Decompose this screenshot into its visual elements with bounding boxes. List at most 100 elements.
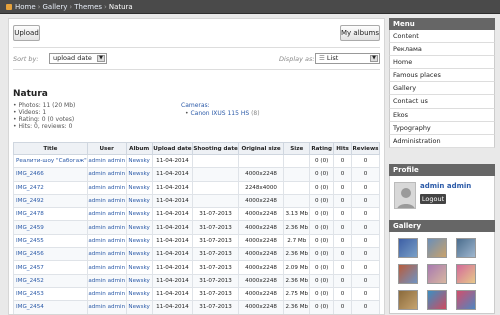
col-upload-date-header[interactable]: Upload date (151, 142, 194, 155)
cell-album[interactable]: Newsky (125, 233, 153, 249)
my-albums-button[interactable]: My albums (340, 25, 380, 41)
cell-user[interactable]: admin admin (86, 207, 127, 222)
cell-album[interactable]: Newsky (125, 247, 153, 262)
cell-user[interactable]: admin admin (86, 167, 127, 182)
cell-album[interactable]: Newsky (125, 286, 153, 302)
sidebar-item-administration[interactable]: Administration (389, 134, 495, 148)
cell-album[interactable]: Newsky (125, 220, 153, 235)
cell-rating: 0 (0) (309, 153, 335, 169)
cell-original-size: 4000x2248 (237, 286, 285, 302)
gallery-thumbnail[interactable] (427, 290, 447, 310)
breadcrumb-themes[interactable]: Themes (74, 3, 102, 11)
sidebar-item-home[interactable]: Home (389, 56, 495, 70)
cell-user[interactable]: admin admin (86, 260, 127, 275)
cell-title[interactable]: IMG_2453 (13, 286, 88, 302)
profile-body: admin admin Logout (389, 176, 495, 226)
cell-album[interactable]: Newsky (125, 273, 153, 288)
sidebar-item-gallery[interactable]: Gallery (389, 82, 495, 96)
cell-hits: 0 (333, 286, 352, 302)
cell-album[interactable]: Newsky (125, 153, 153, 169)
cell-upload-date: 11-04-2014 (151, 220, 194, 235)
col-title-header[interactable]: Title (13, 142, 88, 155)
cell-title[interactable]: IMG_2455 (13, 233, 88, 249)
display-label: Display as: (279, 55, 315, 63)
cell-title[interactable]: IMG_2472 (13, 180, 88, 195)
cell-original-size: 4000x2248 (237, 207, 285, 222)
gallery-thumbnail[interactable] (456, 264, 476, 284)
breadcrumb-gallery[interactable]: Gallery (42, 3, 67, 11)
col-reviews-header[interactable]: Reviews (350, 142, 381, 155)
cell-title[interactable]: Реалити-шоу "Сабогаж" (13, 153, 88, 169)
sidebar-item-ekos[interactable]: Ekos (389, 108, 495, 122)
cell-shooting-date (192, 180, 239, 195)
table-row: IMG_2459 admin admin Newsky 11-04-2014 31-07… (13, 220, 381, 235)
cell-original-size: 4000x2248 (237, 300, 285, 314)
stat-photos: Photos: 11 (20 Mb) (13, 102, 75, 109)
gallery-thumbnail[interactable] (456, 238, 476, 258)
logout-button[interactable]: Logout (420, 194, 446, 204)
cell-title[interactable]: IMG_2466 (13, 167, 88, 182)
cell-user[interactable]: admin admin (86, 220, 127, 235)
breadcrumb-home[interactable]: Home (15, 3, 36, 11)
display-select[interactable]: ☰ List ▼ (315, 53, 380, 64)
cell-upload-date: 11-04-2014 (151, 167, 194, 182)
cell-original-size: 4000x2248 (237, 193, 285, 209)
upload-button[interactable]: Upload (13, 25, 40, 41)
cell-reviews: 0 (350, 207, 381, 222)
cell-album[interactable]: Newsky (125, 180, 153, 195)
cell-album[interactable]: Newsky (125, 167, 153, 182)
gallery-thumbnail[interactable] (427, 264, 447, 284)
stat-videos: Videos: 1 (13, 109, 75, 116)
cell-user[interactable]: admin admin (86, 300, 127, 314)
cell-album[interactable]: Newsky (125, 300, 153, 314)
cell-user[interactable]: admin admin (86, 233, 127, 249)
gallery-box: Gallery (389, 220, 495, 314)
cell-user[interactable]: admin admin (86, 247, 127, 262)
cell-album[interactable]: Newsky (125, 193, 153, 209)
cell-album[interactable]: Newsky (125, 260, 153, 275)
cell-upload-date: 11-04-2014 (151, 153, 194, 169)
sidebar-item-content[interactable]: Content (389, 30, 495, 44)
cell-user[interactable]: admin admin (86, 286, 127, 302)
cell-album[interactable]: Newsky (125, 207, 153, 222)
sidebar-item-typography[interactable]: Typography (389, 121, 495, 135)
cell-user[interactable]: admin admin (86, 180, 127, 195)
sidebar-item-contact-us[interactable]: Contact us (389, 95, 495, 109)
cell-title[interactable]: IMG_2459 (13, 220, 88, 235)
sidebar-item-famous-places[interactable]: Famous places (389, 69, 495, 83)
cell-title[interactable]: IMG_2492 (13, 193, 88, 209)
camera-link[interactable]: Canon IXUS 115 HS (190, 110, 249, 117)
col-size-header[interactable]: Size (283, 142, 311, 155)
cell-title[interactable]: IMG_2457 (13, 260, 88, 275)
col-shooting-date-header[interactable]: Shooting date (192, 142, 239, 155)
gallery-thumbnail[interactable] (398, 238, 418, 258)
sidebar-item-ads[interactable]: Реклама (389, 43, 495, 57)
home-icon[interactable] (6, 4, 12, 10)
cell-title[interactable]: IMG_2478 (13, 207, 88, 222)
avatar[interactable] (394, 182, 416, 209)
col-user-header[interactable]: User (86, 142, 127, 155)
cell-size (283, 193, 311, 209)
cell-hits: 0 (333, 233, 352, 249)
profile-name[interactable]: admin admin (420, 182, 471, 190)
cell-title[interactable]: IMG_2456 (13, 247, 88, 262)
cell-user[interactable]: admin admin (86, 153, 127, 169)
gallery-thumbnail[interactable] (456, 290, 476, 310)
cell-size: 2.36 Mb (283, 220, 311, 235)
gallery-thumbnail[interactable] (398, 264, 418, 284)
col-original-size-header[interactable]: Original size (237, 142, 285, 155)
cell-user[interactable]: admin admin (86, 193, 127, 209)
cell-title[interactable]: IMG_2454 (13, 300, 88, 314)
cameras-title[interactable]: Cameras: (181, 102, 210, 109)
album-stats: Photos: 11 (20 Mb) Videos: 1 Rating: 0 (… (13, 102, 75, 130)
divider (13, 47, 380, 48)
gallery-thumbnail[interactable] (427, 238, 447, 258)
sort-select[interactable]: upload date ▼ (49, 53, 107, 64)
col-rating-header[interactable]: Rating (309, 142, 335, 155)
gallery-thumbnail[interactable] (398, 290, 418, 310)
col-album-header[interactable]: Album (125, 142, 153, 155)
col-hits-header[interactable]: Hits (333, 142, 352, 155)
cell-user[interactable]: admin admin (86, 273, 127, 288)
cell-title[interactable]: IMG_2452 (13, 273, 88, 288)
cell-rating: 0 (0) (309, 220, 335, 235)
